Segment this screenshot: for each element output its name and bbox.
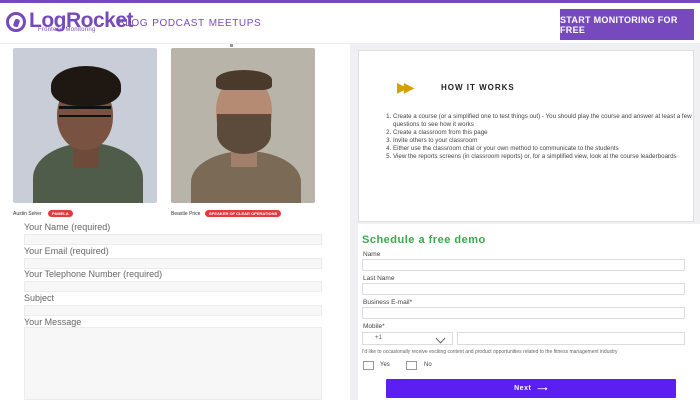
- nav-podcast[interactable]: PODCAST: [152, 18, 205, 29]
- person-photo-beastie: [171, 48, 315, 203]
- name-label: Your Name (required): [24, 222, 111, 232]
- subject-label: Subject: [24, 293, 55, 303]
- name-field[interactable]: [24, 234, 322, 245]
- how-it-works-steps: Create a course (or a simplified one to …: [381, 113, 693, 161]
- message-textarea[interactable]: [24, 327, 322, 400]
- list-item: Create a classroom from this page: [393, 129, 693, 137]
- start-monitoring-button[interactable]: START MONITORING FOR FREE: [560, 9, 694, 40]
- email-field[interactable]: [24, 258, 322, 269]
- consent-text: I'd like to occasionally receive excitin…: [362, 349, 618, 355]
- nav-blog[interactable]: BLOG: [118, 18, 148, 29]
- demo-mobile-label: Mobile*: [363, 323, 385, 330]
- demo-email-label: Business E-mail*: [363, 299, 413, 306]
- logo-tagline: Frontend Monitoring: [38, 27, 96, 33]
- main-nav: BLOG PODCAST MEETUPS: [118, 18, 261, 29]
- mobile-number-field[interactable]: [457, 332, 685, 345]
- logrocket-logo-icon: [6, 12, 26, 32]
- country-code-value: +1: [375, 335, 382, 341]
- play-forward-icon: ▶▶: [397, 79, 414, 95]
- list-item: Invite others to your classroom: [393, 137, 693, 145]
- subject-field[interactable]: [24, 305, 322, 316]
- list-item: Create a course (or a simplified one to …: [393, 113, 693, 128]
- person-name: Austin Seher: [13, 211, 42, 217]
- demo-email-field[interactable]: [362, 307, 685, 319]
- consent-yes-checkbox[interactable]: [363, 361, 374, 370]
- consent-no-checkbox[interactable]: [406, 361, 417, 370]
- next-button[interactable]: Next ⟶: [386, 379, 676, 398]
- how-it-works-title: HOW IT WORKS: [441, 83, 515, 92]
- country-code-select[interactable]: +1: [362, 332, 453, 345]
- site-header: LogRocket Frontend Monitoring BLOG PODCA…: [0, 3, 700, 44]
- list-item: Either use the classroom chat or your ow…: [393, 145, 693, 153]
- person-name: Beastie Price: [171, 211, 201, 217]
- glasses-icon: [59, 106, 111, 117]
- consent-yes-label: Yes: [380, 362, 390, 368]
- nav-meetups[interactable]: MEETUPS: [209, 18, 262, 29]
- how-it-works-panel: ▶▶ HOW IT WORKS Create a course (or a si…: [358, 50, 694, 222]
- phone-field[interactable]: [24, 281, 322, 292]
- chevron-down-icon: [435, 333, 446, 344]
- person-tag: SPEAKER OF CLEAR OPERATIONS: [205, 210, 282, 217]
- demo-form: Schedule a free demo Name Last Name Busi…: [358, 224, 700, 400]
- mobile-input-group: +1: [362, 332, 685, 345]
- right-column: ▶▶ HOW IT WORKS Create a course (or a si…: [350, 44, 700, 400]
- demo-last-name-field[interactable]: [362, 283, 685, 295]
- person-tag: PAMELA: [48, 210, 73, 217]
- email-label: Your Email (required): [24, 246, 109, 256]
- demo-last-name-label: Last Name: [363, 275, 395, 282]
- cropped-fragment: [230, 44, 233, 47]
- left-column: Austin Seher PAMELA Beastie Price SPEAKE…: [0, 44, 350, 400]
- demo-name-field[interactable]: [362, 259, 685, 271]
- consent-no-label: No: [424, 362, 432, 368]
- demo-name-label: Name: [363, 251, 381, 258]
- arrow-right-icon: ⟶: [537, 385, 548, 393]
- person-photo-austin: [13, 48, 157, 203]
- demo-title: Schedule a free demo: [362, 234, 486, 246]
- message-label: Your Message: [24, 317, 82, 327]
- next-label: Next: [514, 385, 532, 392]
- list-item: View the reports screens (in classroom r…: [393, 153, 693, 161]
- phone-label: Your Telephone Number (required): [24, 269, 163, 279]
